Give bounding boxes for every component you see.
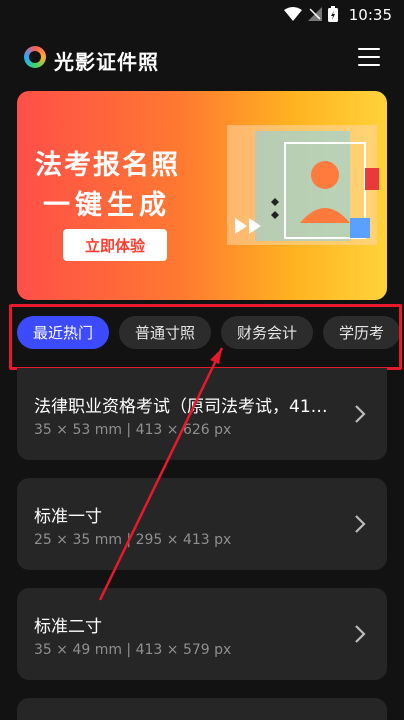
menu-button[interactable] xyxy=(358,48,380,68)
list-item[interactable]: 标准一寸 25 × 35 mm | 295 × 413 px xyxy=(17,478,387,570)
app-header: 光影证件照 xyxy=(0,38,404,78)
chevron-right-icon xyxy=(355,515,366,533)
item-spec: 35 × 53 mm | 413 × 626 px xyxy=(34,422,232,438)
banner-subheadline: 一键生成 xyxy=(43,190,171,221)
portrait-illustration-icon xyxy=(227,125,379,245)
battery-icon xyxy=(328,6,338,22)
status-bar: 10:35 xyxy=(0,0,404,30)
status-time: 10:35 xyxy=(348,6,392,24)
banner-headline: 法考报名照 xyxy=(35,150,180,181)
item-title: 标准二寸 xyxy=(34,617,102,637)
item-title: 标准一寸 xyxy=(34,507,102,527)
chevron-right-icon xyxy=(355,405,366,423)
status-icons xyxy=(284,6,338,22)
highlight-box xyxy=(9,304,402,370)
item-spec: 25 × 35 mm | 295 × 413 px xyxy=(34,532,232,548)
app-title: 光影证件照 xyxy=(54,50,159,74)
menu-icon xyxy=(358,48,380,50)
list-item[interactable]: 标准二寸 35 × 49 mm | 413 × 579 px xyxy=(17,588,387,680)
try-now-button[interactable]: 立即体验 xyxy=(63,229,167,261)
category-tabs: 最近热门 普通寸照 财务会计 学历考 xyxy=(0,302,404,370)
list-item[interactable]: 法律职业资格考试（原司法考试，41… 35 × 53 mm | 413 × 62… xyxy=(17,368,387,460)
wifi-icon xyxy=(284,7,302,21)
item-title: 法律职业资格考试（原司法考试，41… xyxy=(34,397,328,417)
item-spec: 35 × 49 mm | 413 × 579 px xyxy=(34,642,232,658)
list-item[interactable] xyxy=(17,698,387,720)
signal-icon xyxy=(308,7,322,21)
chevron-right-icon xyxy=(355,625,366,643)
promo-banner[interactable]: 法考报名照 一键生成 立即体验 xyxy=(17,91,387,300)
app-logo-icon xyxy=(24,46,46,68)
photo-spec-list: 法律职业资格考试（原司法考试，41… 35 × 53 mm | 413 × 62… xyxy=(17,368,387,720)
